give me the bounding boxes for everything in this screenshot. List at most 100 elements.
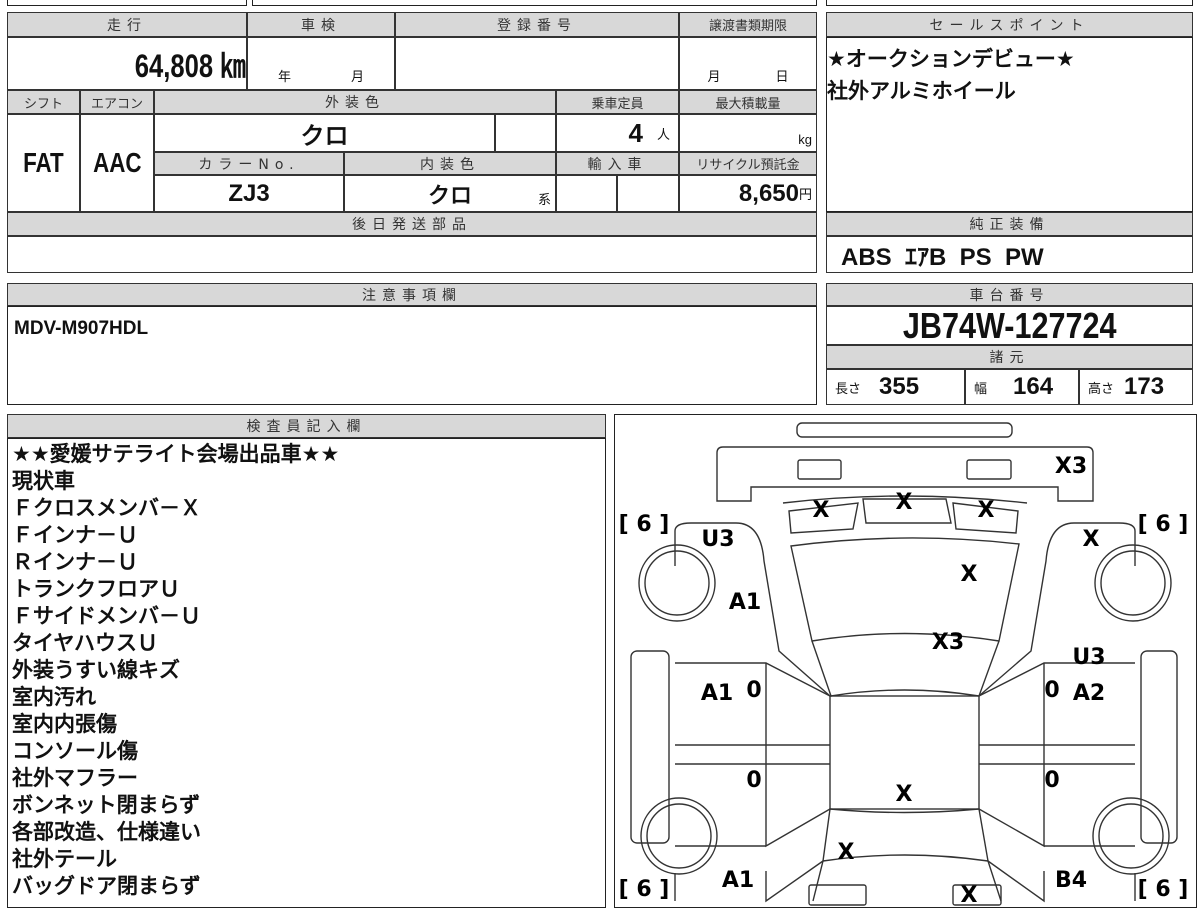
damage-mark: U3 [1072,645,1105,670]
damage-mark: X [1083,527,1100,552]
damage-mark: A1 [729,590,761,615]
aircon-value: AAC [92,147,142,178]
length-value: 355 [879,373,920,400]
inspector-line: Ｆインナ－Ｕ [12,523,138,547]
registration-value [395,37,679,90]
inspector-line: Ｆサイドメンバ－Ｕ [12,604,201,628]
inspector-notes: ★★愛媛サテライト会場出品車★★ 現状車 Ｆクロスメンバ－Ｘ Ｆインナ－Ｕ Ｒインナ－Ｕ… [7,438,606,908]
wheel-tread-mark: [ 6 ] [1138,877,1189,902]
header-later-parts: 後日発送部品 [7,212,817,236]
width-label: 幅 [974,380,988,396]
mileage-value: 64,808 ㎞ [134,47,246,84]
equipment-value: ABS ｴｱB PS PW [841,244,1044,271]
notes-header: 注意事項欄 [7,283,817,306]
inspector-line: Ｆクロスメンバ－Ｘ [12,496,201,520]
equipment-header: 純正装備 [826,212,1193,236]
header-shift: シフト [7,90,80,114]
inspector-line: 社外マフラー [12,766,138,790]
inspector-line: タイヤハウスＵ [12,631,158,655]
damage-mark: X [896,782,913,807]
exterior-color-value: クロ [300,122,349,150]
damage-mark: X [813,498,830,523]
header-registration: 登録番号 [395,12,679,37]
inspector-line: 現状車 [12,469,75,493]
recycle-fee-unit: 円 [798,187,812,202]
header-transfer-deadline: 譲渡書類期限 [679,12,817,37]
sales-point-header: セールスポイント [826,12,1193,37]
inspector-line: ★★愛媛サテライト会場出品車★★ [12,442,340,466]
recycle-fee-value: 8,650 [738,179,799,207]
interior-color-value: クロ [427,182,472,208]
height-value: 173 [1124,373,1165,400]
damage-mark: 0 [746,768,761,793]
inspection-month: 月 [350,69,364,84]
sales-point-line: ★オークションデビュー★ [827,47,1075,71]
inspector-line: 社外テール [12,847,117,871]
damage-mark: X [978,498,995,523]
wheel-tread-mark: [ 6 ] [619,877,670,902]
header-recycle-fee: リサイクル預託金 [679,152,817,175]
header-color-no: カラーNo. [154,152,344,175]
inspection-year: 年 [277,69,291,84]
width-value: 164 [1013,373,1054,400]
height-label: 高さ [1088,380,1115,396]
wheel-tread-mark: [ 6 ] [619,512,670,537]
max-load-unit: kg [798,132,812,147]
front-bumper-top [796,422,1013,438]
damage-mark: X [961,562,978,587]
damage-mark: X [961,883,978,908]
damage-mark: 0 [746,678,761,703]
later-parts-value [7,236,817,273]
deadline-month: 月 [707,69,721,84]
header-aircon: エアコン [80,90,154,114]
damage-mark: A1 [701,681,733,706]
inspector-line: 各部改造、仕様違い [12,820,201,844]
notes-value: MDV-M907HDL [14,318,149,339]
interior-color-suffix: 系 [537,192,551,207]
damage-mark: 0 [1044,678,1059,703]
color-no-value: ZJ3 [228,179,270,207]
header-mileage: 走行 [7,12,247,37]
wheel-tread-mark: [ 6 ] [1138,512,1189,537]
deadline-day: 日 [775,69,789,84]
damage-mark: A1 [722,868,754,893]
header-interior-color: 内装色 [344,152,556,175]
capacity-value: 4 [628,117,643,148]
chassis-number: JB74W-127724 [902,304,1117,346]
damage-mark: U3 [701,527,734,552]
damage-mark: X [838,840,855,865]
chassis-header: 車台番号 [826,283,1193,306]
inspector-line: Ｒインナ－Ｕ [12,550,138,574]
damage-mark: X3 [932,630,964,655]
damage-mark: A2 [1073,681,1105,706]
top-strip-cell [826,0,1193,6]
damage-mark: X [896,490,913,515]
header-exterior-color: 外装色 [154,90,556,114]
inspector-line: 室内内張傷 [12,712,117,736]
inspector-line: ボンネット閉まらず [12,793,201,817]
header-import: 輸入車 [556,152,679,175]
header-inspection: 車検 [247,12,395,37]
header-max-load: 最大積載量 [679,90,817,114]
sales-point-line: 社外アルミホイール [827,79,1016,103]
exterior-color-extra [495,114,556,152]
inspector-line: 外装うすい線キズ [12,658,180,682]
import-cell [617,175,679,212]
inspector-line: 室内汚れ [12,685,96,709]
inspector-line: トランクフロアＵ [12,577,180,601]
import-cell [556,175,617,212]
header-capacity: 乗車定員 [556,90,679,114]
top-strip-cell [252,0,817,6]
spec-header: 諸元 [826,345,1193,369]
top-strip-cell [7,0,247,6]
inspector-header: 検査員記入欄 [7,414,606,438]
damage-diagram: X3 X X X U3 X X A1 X3 U3 A1 0 0 A2 0 0 X X A1 B4 X [ 6 ] [ 6 ]… [614,414,1197,908]
inspector-line: コンソール傷 [12,739,138,763]
inspector-line: バッグドア閉まらず [12,874,201,898]
damage-mark: B4 [1055,868,1087,893]
damage-mark: 0 [1044,768,1059,793]
hood [790,537,1020,642]
length-label: 長さ [835,380,862,396]
capacity-unit: 人 [656,126,670,142]
car-diagram-svg: X3 X X X U3 X X A1 X3 U3 A1 0 0 A2 0 0 X X A1 B4 X [ 6 ] [ 6 ]… [619,422,1189,908]
